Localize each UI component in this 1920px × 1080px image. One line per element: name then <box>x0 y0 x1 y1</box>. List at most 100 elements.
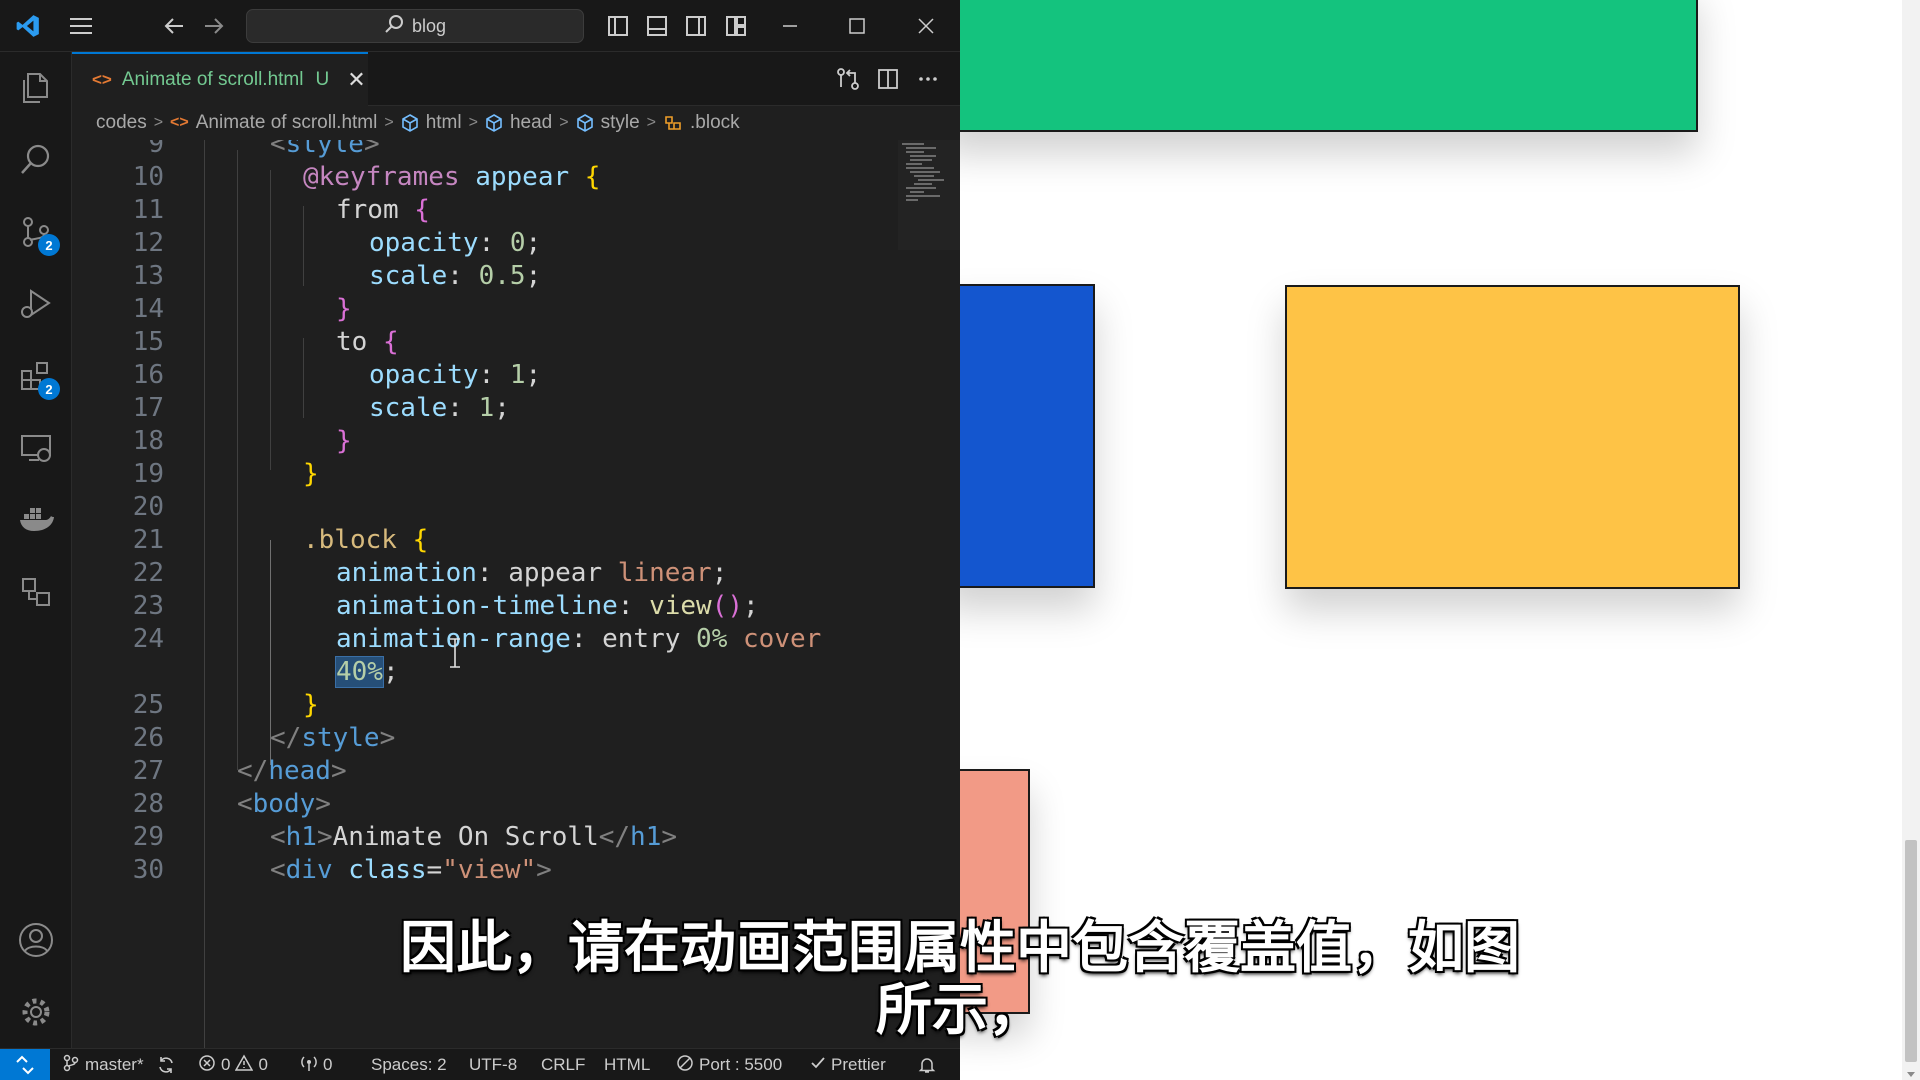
menu-icon[interactable] <box>67 12 95 40</box>
code-line-13: scale: 0.5; <box>369 256 541 296</box>
toggle-primary-sidebar-icon[interactable] <box>604 12 632 40</box>
run-debug-icon[interactable] <box>16 284 56 324</box>
broadcast-icon <box>300 1054 318 1077</box>
code-token: 0 <box>509 228 526 258</box>
remote-explorer-icon[interactable] <box>16 428 56 468</box>
command-center-search[interactable]: blog <box>246 9 584 43</box>
code-token: > <box>316 822 333 852</box>
customize-layout-icon[interactable] <box>722 12 750 40</box>
status-bar: master* 0 0 0 Spaces: 2 UTF-8 CRLF HTML … <box>0 1048 960 1080</box>
branch-status[interactable]: master* <box>62 1049 144 1080</box>
code-token: h1 <box>630 822 662 852</box>
indentation-status[interactable]: Spaces: 2 <box>371 1049 447 1080</box>
code-token: ; <box>382 657 399 687</box>
toggle-secondary-sidebar-icon[interactable] <box>682 12 710 40</box>
block-blue <box>960 284 1095 588</box>
language-mode-status[interactable]: HTML <box>604 1049 650 1080</box>
html-file-icon: <> <box>92 70 112 89</box>
tab-close-icon[interactable]: ✕ <box>347 67 365 93</box>
overview-icon[interactable] <box>16 572 56 612</box>
code-line-24-wrap: 40%; <box>335 652 399 692</box>
code-token: : <box>617 591 650 621</box>
source-control-icon[interactable]: 2 <box>16 212 60 256</box>
ports-status[interactable]: 0 <box>300 1049 332 1080</box>
code-line-18: } <box>336 421 352 461</box>
code-token: Animate On Scroll <box>332 822 599 852</box>
code-token: opacity <box>369 360 479 390</box>
more-actions-icon[interactable] <box>914 65 942 93</box>
indent-guide <box>303 338 304 418</box>
search-icon <box>384 14 404 39</box>
toggle-panel-icon[interactable] <box>643 12 671 40</box>
close-window-icon[interactable] <box>912 12 940 40</box>
prettier-status[interactable]: Prettier <box>810 1049 886 1080</box>
code-token: } <box>303 690 319 720</box>
code-token: .block <box>303 525 413 555</box>
line-number: 24 <box>132 624 164 654</box>
breadcrumb-item-style[interactable]: style <box>601 112 640 134</box>
maximize-icon[interactable] <box>843 12 871 40</box>
eol-status[interactable]: CRLF <box>541 1049 585 1080</box>
code-token: : <box>478 360 510 390</box>
code-token: 1 <box>478 393 495 423</box>
minimize-icon[interactable] <box>776 12 804 40</box>
tab-animate-of-scroll[interactable]: <> Animate of scroll.html U ✕ <box>72 52 368 106</box>
remote-indicator-button[interactable] <box>0 1049 50 1080</box>
breadcrumb-item-file[interactable]: Animate of scroll.html <box>196 112 378 134</box>
search-sidebar-icon[interactable] <box>16 140 56 180</box>
code-token: ; <box>494 393 510 423</box>
cube-symbol-icon <box>576 114 594 132</box>
code-token: </ <box>270 723 302 753</box>
explorer-icon[interactable] <box>16 68 56 108</box>
code-editor[interactable]: 9 10 11 12 13 14 15 16 17 18 19 20 21 22… <box>72 140 960 1048</box>
video-subtitle: 因此，请在动画范围属性中包含覆盖值，如图 所示， <box>0 918 1920 1042</box>
back-arrow-icon[interactable] <box>160 12 188 40</box>
breadcrumb-item-head[interactable]: head <box>510 112 552 134</box>
code-token: to <box>336 327 383 357</box>
code-token: : entry <box>570 624 697 654</box>
selected-text[interactable]: 40% <box>335 656 384 688</box>
error-count: 0 <box>221 1055 231 1074</box>
code-token: > <box>536 855 552 885</box>
remote-icon <box>16 1055 34 1075</box>
open-changes-icon[interactable] <box>834 65 862 93</box>
code-token: } <box>303 459 319 489</box>
code-token: > <box>315 789 331 819</box>
breadcrumb-item-block[interactable]: .block <box>690 112 740 134</box>
notifications-bell-icon[interactable] <box>918 1049 936 1080</box>
sync-icon[interactable] <box>156 1049 176 1080</box>
check-icon <box>810 1055 826 1076</box>
extensions-icon[interactable]: 2 <box>16 356 60 400</box>
code-token: animation-timeline <box>336 591 618 621</box>
encoding-status[interactable]: UTF-8 <box>469 1049 517 1080</box>
chevron-right-icon: > <box>153 114 164 131</box>
live-server-status[interactable]: Port : 5500 <box>676 1049 782 1080</box>
minimap[interactable] <box>898 140 960 250</box>
code-token: { <box>584 162 601 192</box>
code-token: > <box>661 822 678 852</box>
code-token: </ <box>598 822 631 852</box>
problems-status[interactable]: 0 0 <box>198 1049 268 1080</box>
code-token: from <box>336 195 415 225</box>
cube-symbol-icon <box>485 114 503 132</box>
code-token: ; <box>525 360 542 390</box>
code-token: > <box>379 723 396 753</box>
code-token: < <box>270 140 286 159</box>
code-line-19: } <box>303 454 319 494</box>
code-token: class <box>332 855 427 885</box>
extensions-badge: 2 <box>38 378 60 400</box>
code-line-30: <div class="view"> <box>270 850 552 890</box>
breadcrumb-item-html[interactable]: html <box>426 112 462 134</box>
split-editor-icon[interactable] <box>874 65 902 93</box>
breadcrumb-item-codes[interactable]: codes <box>96 112 147 134</box>
code-token: scale <box>369 261 448 291</box>
code-token: : <box>447 261 479 291</box>
scroll-down-arrow-icon[interactable] <box>1906 1064 1916 1080</box>
tab-untracked-status: U <box>315 69 330 90</box>
docker-icon[interactable] <box>16 500 56 540</box>
forward-arrow-icon[interactable] <box>200 12 228 40</box>
block-yellow <box>1285 285 1740 589</box>
branch-name: master* <box>85 1055 144 1074</box>
code-token: < <box>270 855 286 885</box>
branch-icon <box>62 1054 80 1077</box>
